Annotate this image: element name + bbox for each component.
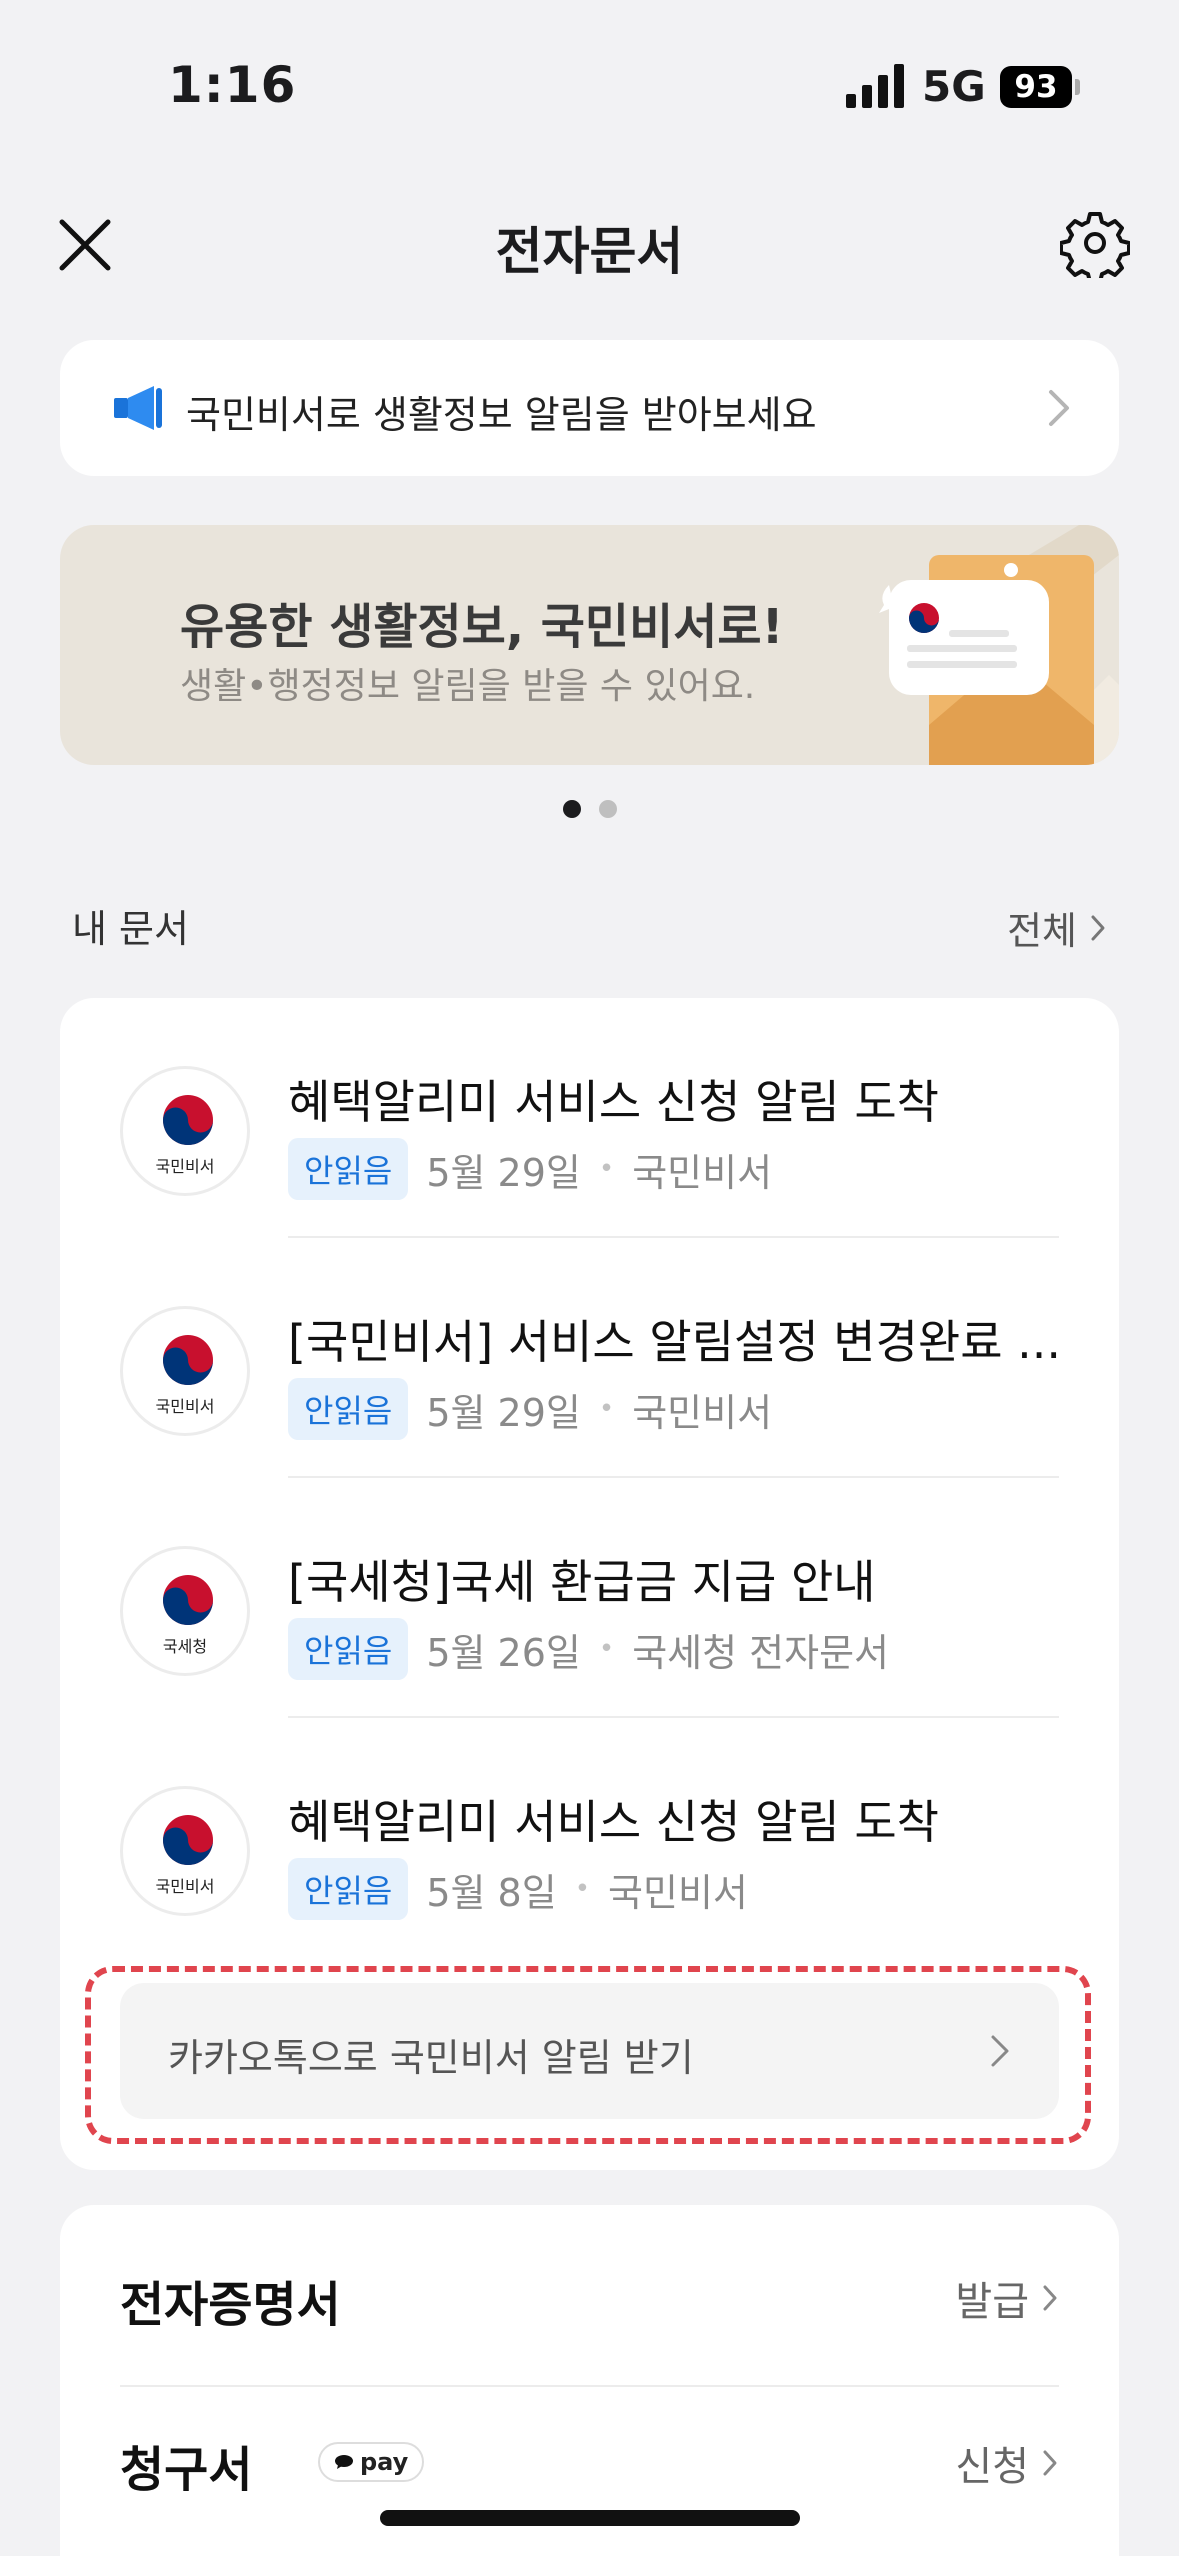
- document-title: 혜택알리미 서비스 신청 알림 도착: [288, 1795, 939, 1849]
- banner-title: 유용한 생활정보, 국민비서로!: [180, 599, 784, 655]
- document-title: 혜택알리미 서비스 신청 알림 도착: [288, 1075, 939, 1129]
- document-title: [국세청]국세 환급금 지급 안내: [288, 1555, 876, 1609]
- battery-level: 93: [1014, 69, 1058, 105]
- document-list-item[interactable]: 국민비서 혜택알리미 서비스 신청 알림 도착 안읽음 5월 8일 • 국민비서: [60, 1718, 1119, 1958]
- sender-logo-text: 국민비서: [155, 1397, 215, 1416]
- status-bar: 1:16 5G 93: [0, 0, 1179, 150]
- speech-bubble-icon: [335, 2455, 353, 2469]
- bill-row[interactable]: 청구서 pay 신청: [120, 2370, 1059, 2530]
- document-list-item[interactable]: 국세청 [국세청]국세 환급금 지급 안내 안읽음 5월 26일 • 국세청 전…: [60, 1478, 1119, 1718]
- document-list-item[interactable]: 국민비서 [국민비서] 서비스 알림설정 변경완료 ... 안읽음 5월 29일…: [60, 1238, 1119, 1478]
- apply-label: 신청: [955, 2444, 1029, 2490]
- issue-label: 발급: [955, 2279, 1029, 2325]
- e-certificate-row[interactable]: 전자증명서 발급: [120, 2205, 1059, 2365]
- document-date: 5월 8일: [426, 1870, 557, 1915]
- taegeuk-emblem-icon: [163, 1815, 213, 1865]
- document-meta: 안읽음 5월 8일 • 국민비서: [288, 1858, 748, 1920]
- document-list-item[interactable]: 국민비서 혜택알리미 서비스 신청 알림 도착 안읽음 5월 29일 • 국민비…: [60, 998, 1119, 1238]
- pay-badge: pay: [318, 2442, 425, 2482]
- issue-link[interactable]: 발급: [955, 2269, 1059, 2327]
- notice-card[interactable]: 국민비서로 생활정보 알림을 받아보세요: [60, 340, 1119, 476]
- document-meta: 안읽음 5월 29일 • 국민비서: [288, 1138, 772, 1200]
- notice-text: 국민비서로 생활정보 알림을 받아보세요: [186, 393, 817, 437]
- chevron-right-icon: [1091, 915, 1105, 940]
- sender-logo: 국민비서: [120, 1306, 250, 1436]
- taegeuk-emblem-icon: [163, 1575, 213, 1625]
- sender-logo: 국민비서: [120, 1066, 250, 1196]
- documents-card: 국민비서 혜택알리미 서비스 신청 알림 도착 안읽음 5월 29일 • 국민비…: [60, 998, 1119, 2170]
- taegeuk-emblem-icon: [163, 1095, 213, 1145]
- signal-icon: [846, 64, 904, 108]
- apply-link[interactable]: 신청: [955, 2434, 1059, 2492]
- document-date: 5월 26일: [426, 1630, 581, 1675]
- envelope-illustration: [879, 525, 1119, 765]
- view-all-label: 전체: [1007, 909, 1077, 953]
- meta-separator: •: [598, 1394, 615, 1424]
- pagination-dot[interactable]: [598, 800, 617, 818]
- document-sender: 국민비서: [632, 1390, 773, 1435]
- page-title: 전자문서: [495, 223, 684, 282]
- unread-badge: 안읽음: [288, 1138, 409, 1200]
- home-indicator: [380, 2510, 800, 2526]
- sender-logo: 국민비서: [120, 1786, 250, 1916]
- banner-subtitle: 생활•행정정보 알림을 받을 수 있어요.: [180, 666, 756, 707]
- gear-icon[interactable]: [1060, 208, 1130, 278]
- document-meta: 안읽음 5월 26일 • 국세청 전자문서: [288, 1618, 889, 1680]
- nav-bar: 전자문서: [0, 190, 1179, 300]
- meta-separator: •: [598, 1634, 615, 1664]
- promo-banner[interactable]: 유용한 생활정보, 국민비서로! 생활•행정정보 알림을 받을 수 있어요.: [60, 525, 1119, 765]
- view-all-link[interactable]: 전체: [1007, 900, 1107, 955]
- document-sender: 국민비서: [608, 1870, 748, 1915]
- chevron-right-icon: [1043, 2285, 1057, 2311]
- battery-icon: 93: [1000, 66, 1072, 108]
- chevron-right-icon: [1049, 390, 1069, 426]
- megaphone-icon: [114, 386, 162, 430]
- sender-logo-text: 국민비서: [155, 1877, 215, 1896]
- pay-label: pay: [360, 2448, 409, 2476]
- meta-separator: •: [598, 1154, 615, 1184]
- document-title: [국민비서] 서비스 알림설정 변경완료 ...: [288, 1315, 1062, 1369]
- meta-separator: •: [574, 1874, 591, 1904]
- document-date: 5월 29일: [426, 1150, 581, 1195]
- sender-logo: 국세청: [120, 1546, 250, 1676]
- battery-tip: [1075, 79, 1080, 95]
- document-meta: 안읽음 5월 29일 • 국민비서: [288, 1378, 772, 1440]
- document-sender: 국세청 전자문서: [632, 1630, 890, 1675]
- section-title: 내 문서: [72, 907, 189, 951]
- unread-badge: 안읽음: [288, 1378, 409, 1440]
- sender-logo-text: 국세청: [162, 1637, 208, 1656]
- unread-badge: 안읽음: [288, 1618, 409, 1680]
- services-card: 전자증명서 발급 청구서 pay 신청: [60, 2205, 1119, 2556]
- screen: 1:16 5G 93 전자문서 국민비서로 생활정보 알림을 받아보세요 유용한…: [0, 0, 1179, 2556]
- chevron-right-icon: [1043, 2450, 1057, 2476]
- status-time: 1:16: [168, 56, 297, 114]
- banner-pagination: [0, 800, 1179, 818]
- document-date: 5월 29일: [426, 1390, 581, 1435]
- taegeuk-emblem-icon: [163, 1335, 213, 1385]
- network-label: 5G: [922, 62, 986, 111]
- document-sender: 국민비서: [632, 1150, 773, 1195]
- sender-logo-text: 국민비서: [155, 1157, 215, 1176]
- e-certificate-label: 전자증명서: [120, 2277, 341, 2333]
- unread-badge: 안읽음: [288, 1858, 409, 1920]
- bill-label: 청구서: [120, 2442, 253, 2498]
- highlight-dashed-box: [85, 1966, 1091, 2144]
- pagination-dot-active[interactable]: [562, 800, 581, 818]
